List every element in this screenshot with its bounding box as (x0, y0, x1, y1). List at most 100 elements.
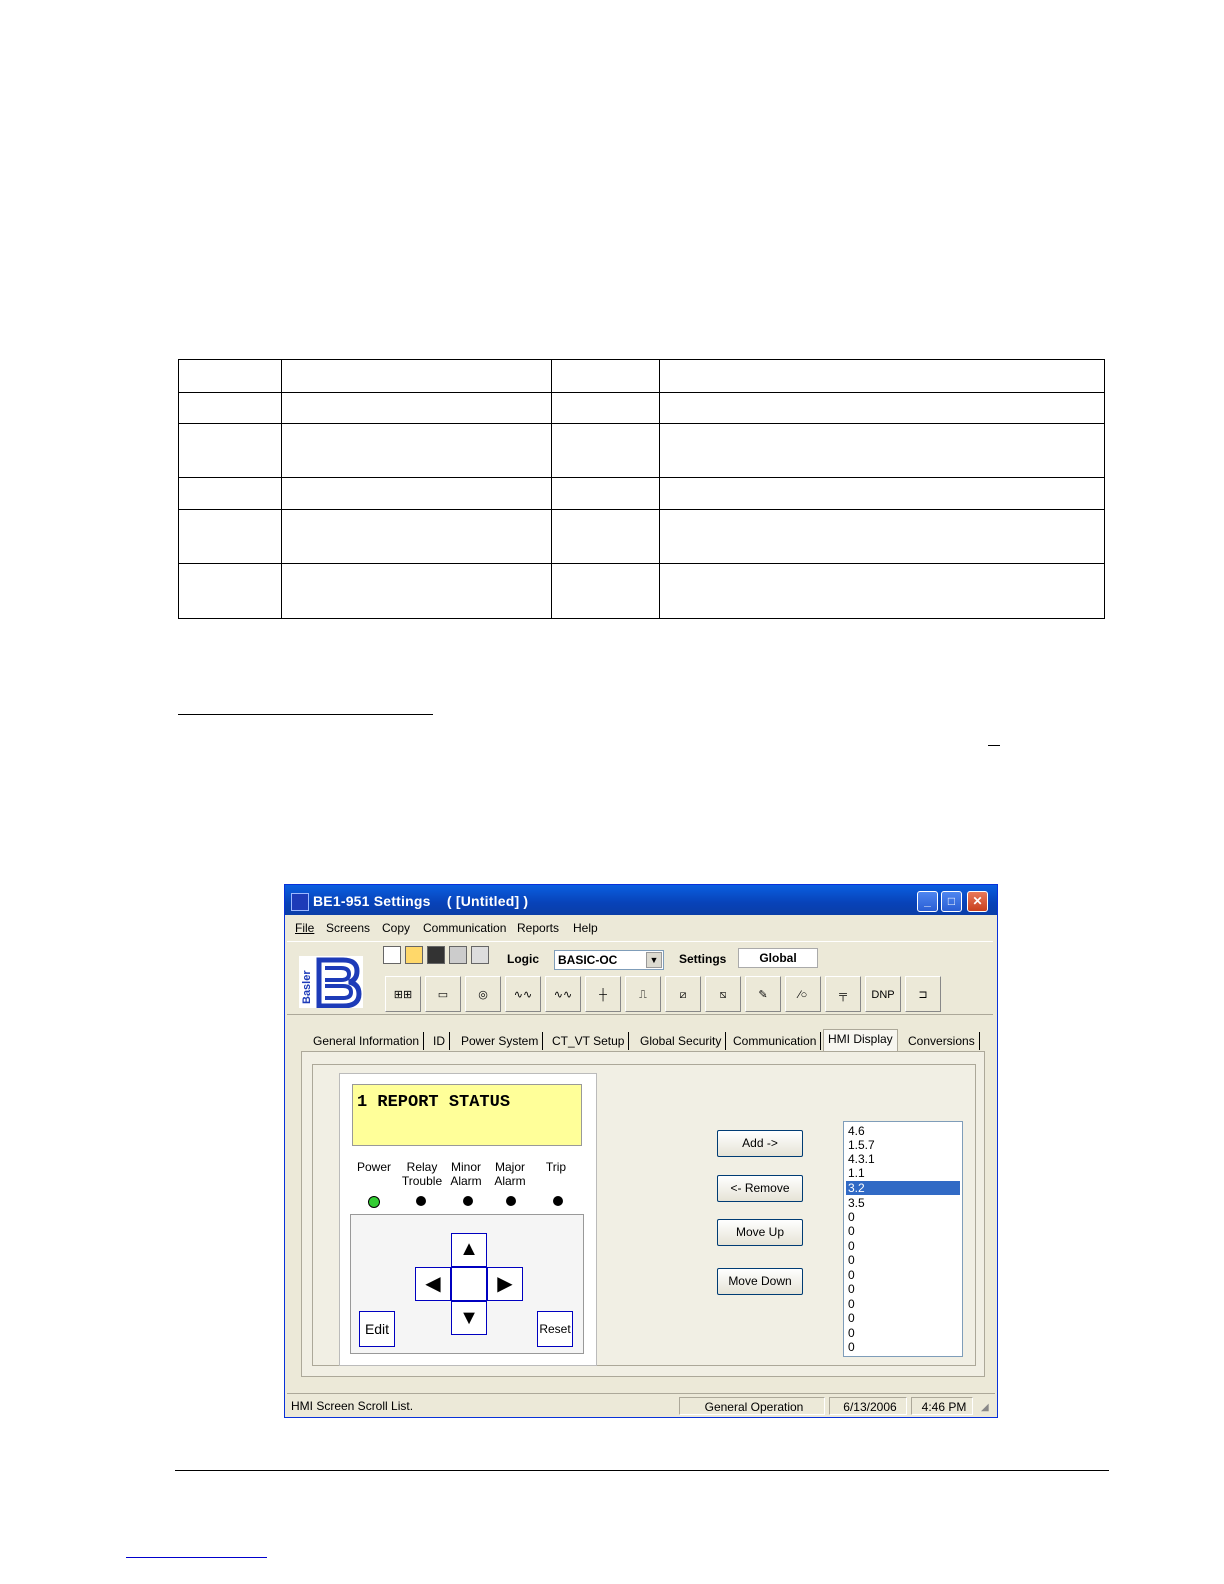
status-date: 6/13/2006 (829, 1397, 907, 1415)
close-icon[interactable]: ✕ (967, 891, 988, 912)
tab-general-information[interactable]: General Information (309, 1032, 425, 1050)
lcd-display: 1 REPORT STATUS (352, 1084, 582, 1146)
list-item[interactable]: 3.5 (846, 1196, 960, 1210)
menu-file[interactable]: File (295, 921, 314, 935)
led-label-trip: Trip (545, 1160, 567, 1174)
menu-help[interactable]: Help (573, 921, 598, 935)
tab-hmi-display[interactable]: HMI Display (823, 1029, 898, 1052)
list-item-selected[interactable]: 3.2 (846, 1181, 960, 1195)
settings-label: Settings (679, 952, 727, 966)
tab-ct-vt-setup[interactable]: CT_VT Setup (548, 1032, 630, 1050)
settings-window: BE1-951 Settings ( [Untitled] ) _ □ ✕ Fi… (284, 884, 998, 1418)
major-alarm-led (506, 1196, 516, 1206)
menu-screens[interactable]: Screens (326, 921, 370, 935)
move-down-button[interactable]: Move Down (717, 1268, 803, 1295)
maximize-icon[interactable]: □ (941, 891, 962, 912)
breaker-icon[interactable]: ✎ (745, 976, 781, 1012)
menu-bar: File Screens Copy Communication Reports … (287, 917, 995, 939)
list-item[interactable]: 0 (846, 1224, 960, 1238)
remove-button[interactable]: <- Remove (717, 1175, 803, 1202)
menu-copy[interactable]: Copy (382, 921, 410, 935)
switch-selector-icon[interactable]: ◎ (465, 976, 501, 1012)
save-icon[interactable] (427, 946, 445, 964)
led-label-major-alarm: Major Alarm (494, 1160, 526, 1188)
tab-strip: General Information ID Power System CT_V… (303, 1029, 993, 1052)
led-label-relay-trouble: Relay Trouble (401, 1160, 443, 1188)
window-title: BE1-951 Settings ( [Untitled] ) (313, 893, 529, 909)
relay-trouble-led (416, 1196, 426, 1206)
logic-gate-icon[interactable]: ⊐ (905, 976, 941, 1012)
angle-icon[interactable]: ┼ (585, 976, 621, 1012)
voltage-waveform-icon[interactable]: ∿∿ (545, 976, 581, 1012)
menu-communication[interactable]: Communication (423, 921, 506, 935)
hmi-front-panel: 1 REPORT STATUS Power Relay Trouble Minor… (339, 1073, 597, 1366)
tab-conversions[interactable]: Conversions (904, 1032, 980, 1050)
list-item[interactable]: 0 (846, 1210, 960, 1224)
settings-group-field: Global (738, 948, 818, 968)
tab-communication[interactable]: Communication (729, 1032, 822, 1050)
relay-unit-icon[interactable]: ▭ (425, 976, 461, 1012)
add-button[interactable]: Add -> (717, 1130, 803, 1157)
list-item[interactable]: 0 (846, 1326, 960, 1340)
list-item[interactable]: 0 (846, 1340, 960, 1354)
list-item[interactable]: 0 (846, 1239, 960, 1253)
down-arrow-icon[interactable]: ▼ (451, 1301, 487, 1335)
tab-power-system[interactable]: Power System (457, 1032, 544, 1050)
chevron-down-icon[interactable]: ▼ (646, 952, 662, 968)
current-waveform-icon[interactable]: ∿∿ (505, 976, 541, 1012)
list-item[interactable]: 0 (846, 1253, 960, 1267)
timer-block-icon[interactable]: ⧅ (705, 976, 741, 1012)
reset-button[interactable]: Reset (537, 1311, 573, 1347)
led-label-minor-alarm: Minor Alarm (450, 1160, 482, 1188)
input-output-icon[interactable]: ⁄○ (785, 976, 821, 1012)
center-key[interactable] (451, 1267, 487, 1301)
power-led (368, 1196, 380, 1208)
status-message: HMI Screen Scroll List. (291, 1399, 414, 1413)
status-mode: General Operation (679, 1397, 825, 1415)
open-folder-icon[interactable] (405, 946, 423, 964)
right-arrow-icon[interactable]: ▶ (487, 1267, 523, 1301)
list-item[interactable]: 0 (846, 1297, 960, 1311)
list-item[interactable]: 4.6 (846, 1124, 960, 1138)
logic-select-value: BASIC-OC (558, 953, 618, 967)
toolbar: Basler Logic BASIC-OC ▼ Settings Global … (287, 941, 993, 1015)
tab-id[interactable]: ID (429, 1032, 450, 1050)
dnp-icon[interactable]: DNP (865, 976, 901, 1012)
tc-icon[interactable]: ╤ (825, 976, 861, 1012)
section-heading-underline (178, 714, 433, 715)
menu-reports[interactable]: Reports (517, 921, 559, 935)
edit-button[interactable]: Edit (359, 1311, 395, 1347)
up-arrow-icon[interactable]: ▲ (451, 1233, 487, 1267)
resize-grip-icon[interactable]: ◢ (981, 1402, 989, 1413)
list-item[interactable]: 1.5.7 (846, 1138, 960, 1152)
properties-icon[interactable] (471, 946, 489, 964)
general-settings-icon[interactable]: ⊞⊞ (385, 976, 421, 1012)
status-bar: HMI Screen Scroll List. General Operatio… (287, 1393, 995, 1416)
hmi-scroll-list[interactable]: 4.6 1.5.7 4.3.1 1.1 3.2 3.5 0 0 0 0 0 0 … (843, 1121, 963, 1357)
list-item[interactable]: 0 (846, 1268, 960, 1282)
status-time: 4:46 PM (911, 1397, 973, 1415)
list-item[interactable]: 1.1 (846, 1166, 960, 1180)
empty-data-table (178, 359, 1105, 619)
list-item[interactable]: 0 (846, 1282, 960, 1296)
app-logo-icon (291, 893, 309, 911)
text-mark (988, 745, 1000, 746)
trip-led (553, 1196, 563, 1206)
footer-link-underline[interactable] (126, 1557, 267, 1558)
brand-text: Basler (301, 970, 313, 1004)
new-file-icon[interactable] (383, 946, 401, 964)
minimize-icon[interactable]: _ (917, 891, 938, 912)
list-item[interactable]: 0 (846, 1311, 960, 1325)
pulse-icon[interactable]: ⎍ (625, 976, 661, 1012)
protection-block-icon[interactable]: ⧄ (665, 976, 701, 1012)
title-bar: BE1-951 Settings ( [Untitled] ) _ □ ✕ (285, 885, 997, 915)
list-item[interactable]: 4.3.1 (846, 1152, 960, 1166)
print-icon[interactable] (449, 946, 467, 964)
logic-label: Logic (507, 952, 539, 966)
left-arrow-icon[interactable]: ◀ (415, 1267, 451, 1301)
minor-alarm-led (463, 1196, 473, 1206)
move-up-button[interactable]: Move Up (717, 1219, 803, 1246)
tab-global-security[interactable]: Global Security (636, 1032, 727, 1050)
logic-select[interactable]: BASIC-OC ▼ (554, 950, 664, 970)
hmi-keypad: ▲ ◀ ▶ ▼ Edit Reset (350, 1214, 584, 1354)
